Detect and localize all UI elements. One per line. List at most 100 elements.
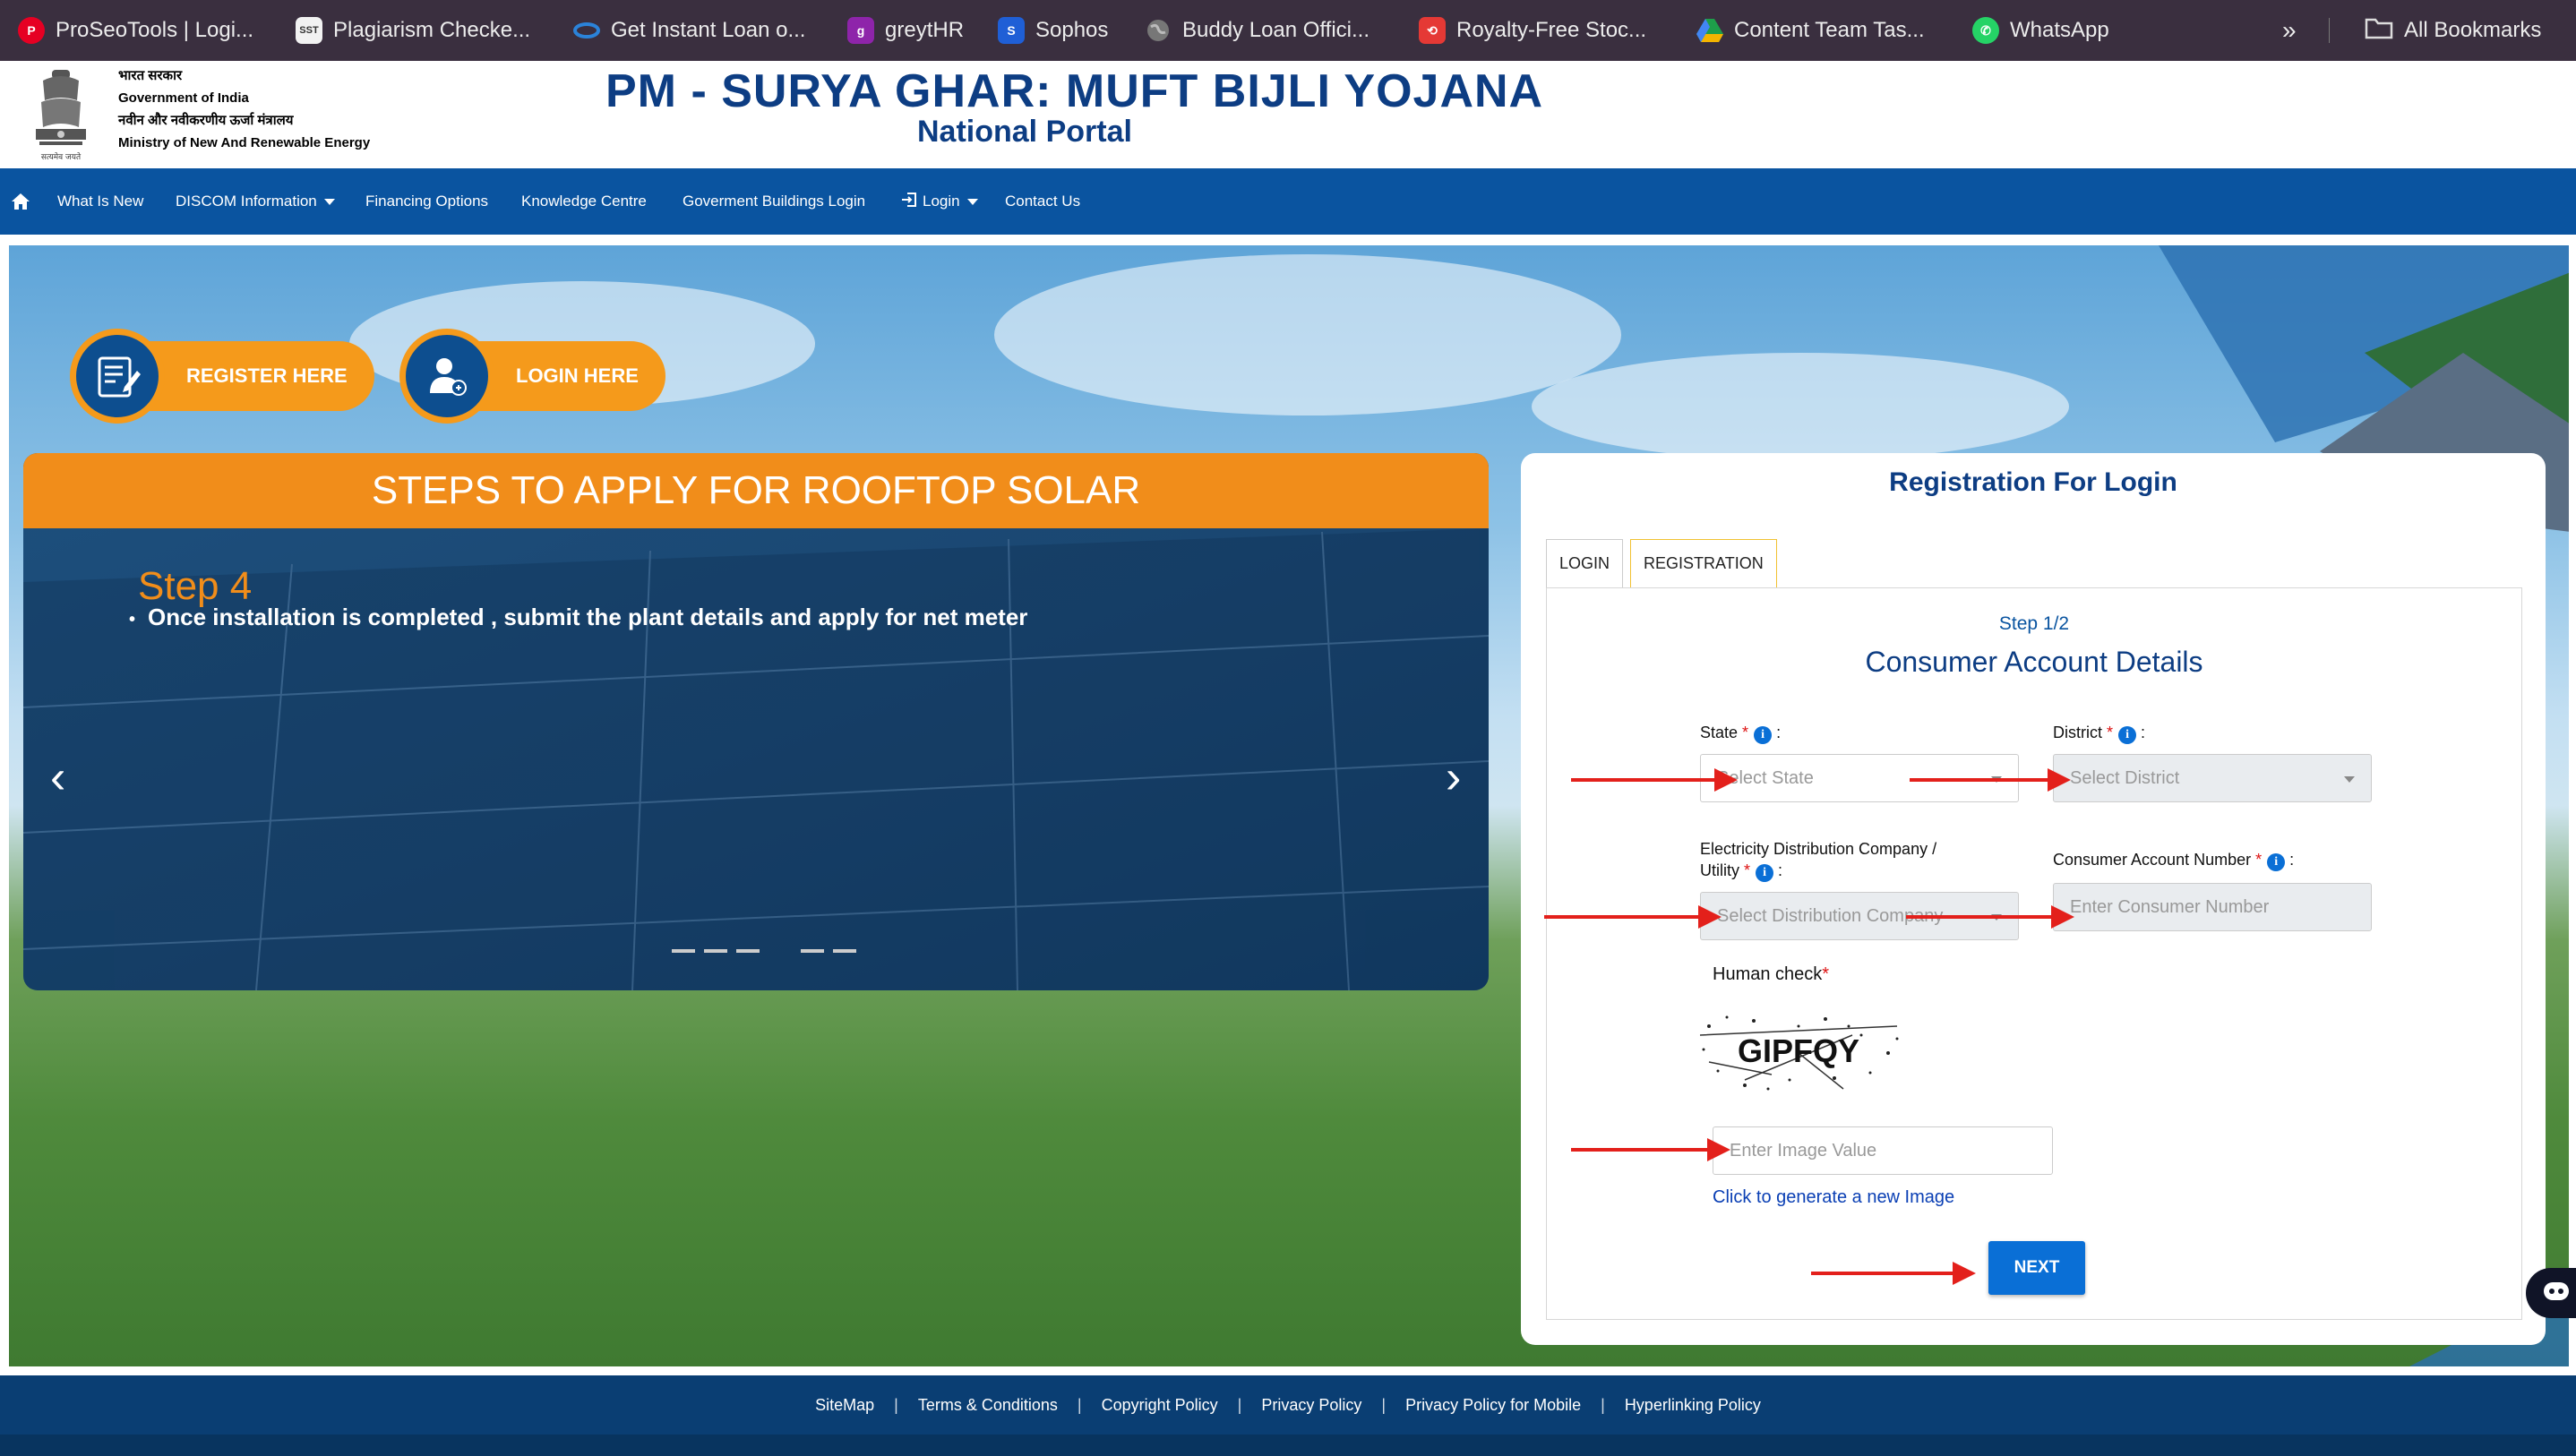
bookmarks-divider	[2329, 18, 2330, 43]
bookmark-buddy-loan[interactable]: Buddy Loan Offici...	[1145, 0, 1370, 61]
footer-bottom-bar	[0, 1435, 2576, 1456]
sophos-icon: S	[998, 17, 1025, 44]
bookmark-label: greytHR	[885, 18, 965, 42]
tab-login[interactable]: LOGIN	[1546, 539, 1624, 587]
bookmark-content-team[interactable]: Content Team Tas...	[1696, 0, 1925, 61]
annotation-arrow-state	[1571, 768, 1738, 792]
footer-hyperlinking-link[interactable]: Hyperlinking Policy	[1625, 1396, 1761, 1415]
all-bookmarks[interactable]: All Bookmarks	[2365, 0, 2541, 61]
nav-knowledge-centre[interactable]: Knowledge Centre	[521, 168, 647, 235]
state-label: State * i :	[1700, 722, 1781, 744]
carousel-indicator[interactable]	[704, 949, 727, 953]
carousel-indicators	[672, 949, 856, 953]
home-icon[interactable]	[11, 168, 30, 235]
folder-icon	[2365, 16, 2393, 46]
drive-icon	[1696, 17, 1723, 44]
state-label-text: State	[1700, 724, 1739, 741]
nav-label: Login	[923, 193, 960, 210]
user-login-icon	[399, 329, 494, 424]
required-marker: *	[1822, 964, 1830, 984]
required-marker: *	[1742, 724, 1749, 741]
step-title: Step 4	[138, 564, 253, 608]
discom-label-line1: Electricity Distribution Company /	[1700, 840, 1937, 858]
card-title: Registration For Login	[1889, 467, 2177, 497]
discom-label: Electricity Distribution Company / Utili…	[1700, 838, 1936, 882]
site-header: सत्यमेव जयते भारत सरकार Government of In…	[0, 61, 2576, 168]
step-text: Once installation is completed , submit …	[148, 604, 1028, 630]
district-placeholder: Select District	[2070, 767, 2180, 788]
district-select[interactable]: Select District	[2053, 754, 2372, 802]
steps-heading: STEPS TO APPLY FOR ROOFTOP SOLAR	[23, 453, 1489, 528]
bookmark-label: Buddy Loan Offici...	[1182, 18, 1370, 42]
captcha-input[interactable]: Enter Image Value	[1713, 1126, 2053, 1175]
consumer-number-input[interactable]: Enter Consumer Number	[2053, 883, 2372, 931]
chevron-down-icon	[2344, 776, 2355, 783]
bookmark-instant-loan[interactable]: Get Instant Loan o...	[573, 0, 805, 61]
bookmark-label: Content Team Tas...	[1734, 18, 1925, 42]
bookmarks-bar: P ProSeoTools | Logi... SST Plagiarism C…	[0, 0, 2576, 61]
bookmark-plagiarism[interactable]: SST Plagiarism Checke...	[296, 0, 530, 61]
carousel-prev-arrow-icon[interactable]: ‹	[50, 750, 65, 804]
more-bookmarks-icon[interactable]: »	[2282, 0, 2297, 61]
nav-financing-options[interactable]: Financing Options	[365, 168, 488, 235]
bookmark-label: WhatsApp	[2010, 18, 2109, 42]
consumer-placeholder: Enter Consumer Number	[2070, 896, 2270, 917]
register-here-label: REGISTER HERE	[147, 341, 374, 411]
info-icon[interactable]: i	[1756, 864, 1774, 882]
form-step-indicator: Step 1/2	[1998, 613, 2070, 634]
captcha-placeholder: Enter Image Value	[1730, 1140, 1877, 1161]
step-description: • Once installation is completed , submit…	[129, 604, 1027, 631]
info-icon[interactable]: i	[1754, 726, 1773, 744]
bookmark-label: Plagiarism Checke...	[333, 18, 531, 42]
all-bookmarks-label: All Bookmarks	[2404, 18, 2542, 42]
bookmark-proseotools[interactable]: P ProSeoTools | Logi...	[18, 0, 253, 61]
government-text: भारत सरकार Government of India नवीन और न…	[118, 64, 370, 154]
footer-sitemap-link[interactable]: SiteMap	[815, 1396, 874, 1415]
caret-down-icon	[966, 198, 978, 205]
login-here-label: LOGIN HERE	[477, 341, 665, 411]
nav-what-is-new[interactable]: What Is New	[57, 168, 143, 235]
login-here-button[interactable]: LOGIN HERE	[399, 329, 665, 424]
chatbot-button[interactable]	[2526, 1268, 2576, 1318]
footer-privacy-mobile-link[interactable]: Privacy Policy for Mobile	[1405, 1396, 1581, 1415]
carousel-indicator[interactable]	[672, 949, 695, 953]
bookmark-sophos[interactable]: S Sophos	[998, 0, 1108, 61]
required-marker: *	[2107, 724, 2114, 741]
nav-government-buildings-login[interactable]: Goverment Buildings Login	[683, 168, 865, 235]
annotation-arrow-captcha	[1571, 1138, 1730, 1161]
footer-terms-link[interactable]: Terms & Conditions	[918, 1396, 1058, 1415]
bookmark-greythr[interactable]: g greytHR	[847, 0, 964, 61]
footer-separator: |	[1601, 1395, 1605, 1414]
regenerate-captcha-link[interactable]: Click to generate a new Image	[1713, 1187, 1954, 1208]
nav-login[interactable]: Login	[901, 168, 978, 235]
site-footer: SiteMap | Terms & Conditions | Copyright…	[0, 1375, 2576, 1456]
loan-icon	[573, 17, 600, 44]
tab-registration[interactable]: REGISTRATION	[1630, 539, 1777, 587]
bookmark-royalty-free[interactable]: ⟲ Royalty-Free Stoc...	[1419, 0, 1646, 61]
footer-copyright-link[interactable]: Copyright Policy	[1102, 1396, 1218, 1415]
whatsapp-icon: ✆	[1972, 17, 1999, 44]
carousel-indicator[interactable]	[833, 949, 856, 953]
footer-separator: |	[1237, 1395, 1242, 1414]
cloud-shape	[994, 254, 1621, 415]
carousel-indicator[interactable]	[801, 949, 824, 953]
carousel-next-arrow-icon[interactable]: ›	[1446, 750, 1461, 804]
footer-separator: |	[1077, 1395, 1082, 1414]
annotation-arrow-next	[1811, 1262, 1976, 1285]
carousel-indicator[interactable]	[736, 949, 760, 953]
footer-privacy-link[interactable]: Privacy Policy	[1261, 1396, 1361, 1415]
register-here-button[interactable]: REGISTER HERE	[70, 329, 374, 424]
info-icon[interactable]: i	[2118, 726, 2137, 744]
bookmark-whatsapp[interactable]: ✆ WhatsApp	[1972, 0, 2109, 61]
nav-contact-us[interactable]: Contact Us	[1005, 168, 1080, 235]
gov-line-hindi: भारत सरकार	[118, 68, 183, 83]
human-check-label: Human check*	[1713, 964, 1829, 985]
info-icon[interactable]: i	[2267, 853, 2286, 871]
bookmark-label: Get Instant Loan o...	[611, 18, 806, 42]
next-button[interactable]: NEXT	[1988, 1241, 2085, 1295]
nav-discom-information[interactable]: DISCOM Information	[176, 168, 335, 235]
carousel-indicator-active[interactable]	[769, 949, 792, 953]
portal-title: PM - SURYA GHAR: MUFT BIJLI YOJANA	[605, 65, 1544, 117]
bullet-icon: •	[129, 610, 136, 630]
svg-text:सत्यमेव जयते: सत्यमेव जयते	[41, 151, 82, 162]
